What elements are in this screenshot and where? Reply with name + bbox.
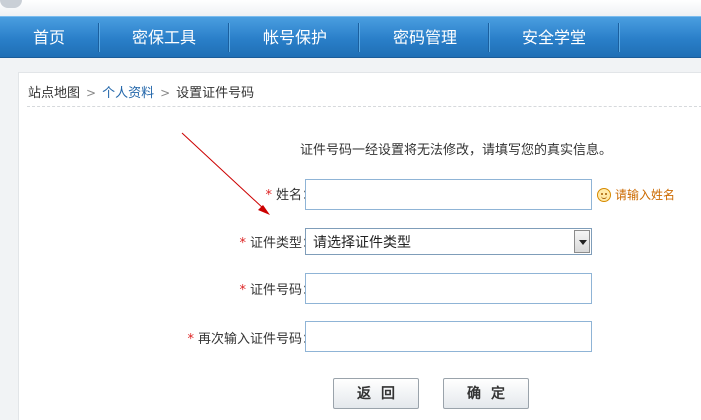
main-nav: 首页 密保工具 帐号保护 密码管理 安全学堂 bbox=[0, 16, 701, 58]
nav-separator bbox=[358, 23, 359, 52]
nav-separator bbox=[618, 23, 619, 52]
name-hint: 请输入姓名 bbox=[597, 186, 675, 204]
name-input[interactable] bbox=[305, 179, 592, 210]
id-number-confirm-label-text: 再次输入证件号码： bbox=[197, 332, 315, 347]
logo-fragment bbox=[0, 0, 22, 8]
chevron-right-icon: > bbox=[86, 86, 97, 100]
nav-item-home[interactable]: 首页 bbox=[33, 17, 65, 58]
required-mark: * bbox=[239, 236, 246, 251]
id-type-select[interactable]: 请选择证件类型 bbox=[305, 228, 592, 255]
chevron-down-icon[interactable] bbox=[574, 230, 590, 253]
nav-item-account-protection[interactable]: 帐号保护 bbox=[263, 17, 327, 58]
smiley-icon bbox=[597, 188, 611, 202]
confirm-button[interactable]: 确定 bbox=[443, 378, 529, 409]
chevron-right-icon: > bbox=[160, 86, 171, 100]
nav-item-security-tools[interactable]: 密保工具 bbox=[132, 17, 196, 58]
nav-separator bbox=[228, 23, 229, 52]
nav-separator bbox=[488, 23, 489, 52]
id-number-confirm-label: * 再次输入证件号码： bbox=[187, 330, 315, 350]
breadcrumb-profile[interactable]: 个人资料 bbox=[102, 86, 154, 101]
required-mark: * bbox=[187, 332, 194, 347]
breadcrumb: 站点地图 > 个人资料 > 设置证件号码 bbox=[28, 83, 254, 103]
breadcrumb-divider bbox=[27, 106, 701, 107]
breadcrumb-site-map[interactable]: 站点地图 bbox=[28, 86, 80, 101]
id-number-confirm-input[interactable] bbox=[305, 321, 592, 352]
nav-separator bbox=[98, 23, 99, 52]
id-type-label: * 证件类型： bbox=[239, 234, 315, 254]
top-strip bbox=[0, 0, 701, 16]
id-type-selected-value: 请选择证件类型 bbox=[313, 235, 411, 251]
form-notice: 证件号码一经设置将无法修改，请填写您的真实信息。 bbox=[300, 143, 613, 158]
back-button[interactable]: 返回 bbox=[333, 378, 419, 409]
id-number-label: * 证件号码： bbox=[239, 281, 315, 301]
nav-item-password-management[interactable]: 密码管理 bbox=[393, 17, 457, 58]
id-number-input[interactable] bbox=[305, 273, 592, 304]
breadcrumb-current-page: 设置证件号码 bbox=[176, 86, 255, 101]
name-hint-text: 请输入姓名 bbox=[615, 188, 676, 202]
required-mark: * bbox=[239, 283, 246, 298]
nav-item-security-academy[interactable]: 安全学堂 bbox=[522, 17, 586, 58]
required-mark: * bbox=[265, 188, 272, 203]
